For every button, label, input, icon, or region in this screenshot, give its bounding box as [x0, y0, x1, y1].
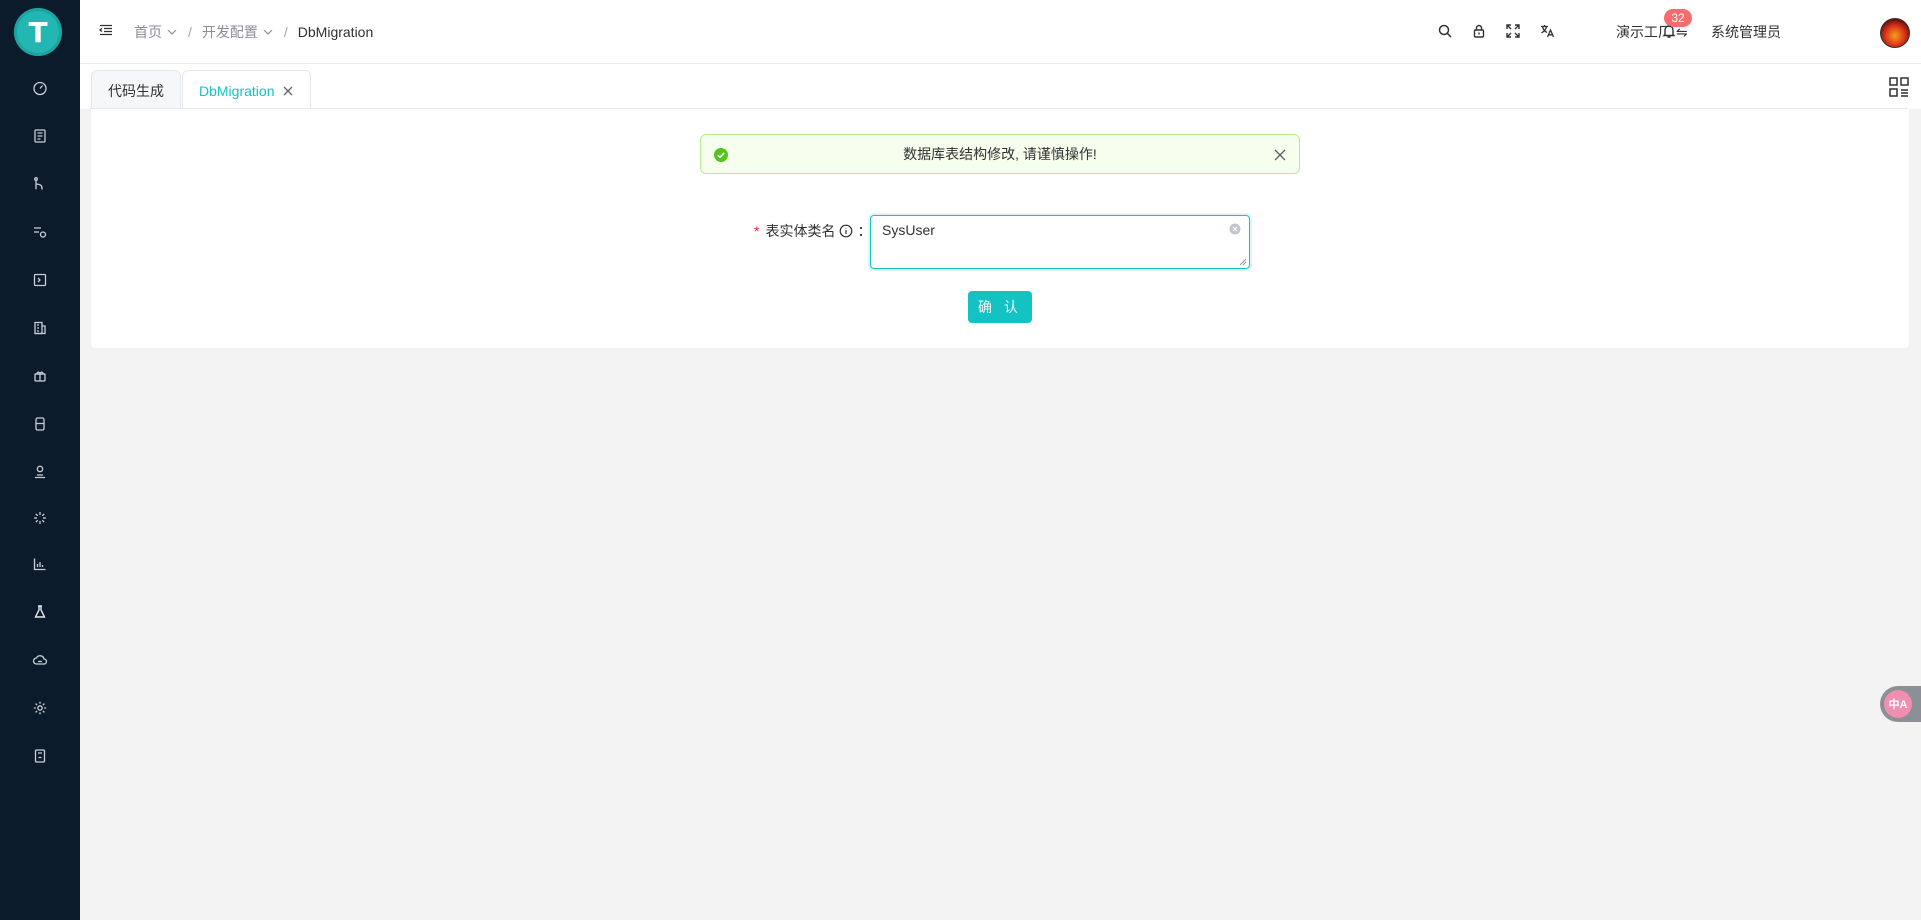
translate-icon — [1541, 25, 1555, 38]
tab-label: DbMigration — [199, 82, 275, 99]
sidebar-item-calculator[interactable] — [26, 742, 54, 770]
breadcrumb-separator: / — [283, 24, 288, 40]
document-icon — [34, 129, 46, 143]
confirm-button[interactable]: 确 认 — [968, 291, 1032, 323]
sidebar-item-loading[interactable] — [26, 504, 54, 532]
sidebar-item-database[interactable] — [26, 410, 54, 438]
fullscreen-button[interactable] — [1504, 22, 1522, 40]
lock-screen-button[interactable] — [1470, 22, 1488, 40]
tab-code-generation[interactable]: 代码生成 — [91, 70, 181, 110]
breadcrumb: 首页 / 开发配置 / DbMigration — [134, 22, 373, 42]
close-icon[interactable] — [282, 85, 294, 97]
entity-name-field[interactable] — [870, 215, 1250, 269]
top-header: 首页 / 开发配置 / DbMigration 32 演示工厂 ⇋ 系统管理员 — [80, 0, 1921, 64]
terminal-icon — [33, 273, 47, 287]
search-button[interactable] — [1436, 22, 1454, 40]
app-logo[interactable]: T — [14, 8, 62, 56]
sidebar-item-settings[interactable] — [26, 694, 54, 722]
sidebar: T — [0, 0, 80, 920]
sidebar-item-settings-flow[interactable] — [26, 218, 54, 246]
user-name[interactable]: 系统管理员 — [1711, 22, 1781, 42]
tenant-label: 演示工厂 — [1616, 24, 1672, 40]
tab-label: 代码生成 — [108, 82, 164, 99]
entity-name-textarea[interactable] — [871, 216, 1249, 268]
loading-icon — [34, 512, 46, 524]
clear-icon[interactable] — [1229, 223, 1241, 235]
sidebar-item-dashboard[interactable] — [26, 74, 54, 102]
bar-chart-icon — [33, 558, 46, 571]
settings-flow-icon — [34, 227, 47, 238]
language-button[interactable] — [1538, 22, 1556, 40]
breadcrumb-current: DbMigration — [297, 24, 374, 40]
menu-collapse-button[interactable] — [98, 22, 118, 42]
close-icon[interactable] — [1273, 148, 1287, 162]
tabs-bar: 代码生成 DbMigration — [80, 64, 1921, 110]
translate-widget-icon: 中A — [1884, 690, 1912, 718]
sidebar-item-terminal[interactable] — [26, 266, 54, 294]
calculator-icon — [34, 749, 46, 763]
breadcrumb-home[interactable]: 首页 — [134, 22, 178, 42]
lock-icon — [1473, 24, 1485, 38]
sidebar-item-package[interactable] — [26, 362, 54, 390]
translate-float-widget[interactable]: 中A — [1880, 686, 1921, 722]
breadcrumb-label: 首页 — [134, 24, 162, 40]
label-text: 表实体类名 — [765, 223, 836, 239]
switch-icon: ⇋ — [1675, 24, 1688, 40]
sidebar-item-lab[interactable] — [26, 598, 54, 626]
tab-menu-button[interactable] — [1888, 76, 1910, 98]
user-stamp-icon — [35, 465, 45, 479]
chevron-down-icon — [263, 29, 273, 35]
tab-dbmigration[interactable]: DbMigration — [182, 70, 312, 110]
dashboard-icon — [33, 81, 47, 96]
search-icon — [1438, 24, 1452, 38]
grid-menu-icon — [1889, 77, 1909, 97]
gear-icon — [33, 701, 47, 715]
building-icon — [34, 321, 46, 335]
tenant-switcher[interactable]: 演示工厂 ⇋ — [1616, 22, 1688, 42]
package-icon — [34, 371, 46, 382]
chevron-down-icon — [167, 29, 177, 35]
alert-message: 数据库表结构修改, 请谨慎操作! — [903, 146, 1097, 162]
database-icon — [35, 417, 45, 431]
breadcrumb-dev-config[interactable]: 开发配置 — [202, 22, 274, 42]
breadcrumb-label: 开发配置 — [201, 24, 258, 40]
content-card: 数据库表结构修改, 请谨慎操作! * 表实体类名 ： 确 认 — [91, 109, 1909, 348]
entity-name-label: * 表实体类名 ： — [754, 221, 871, 241]
sidebar-item-user-stamp[interactable] — [26, 458, 54, 486]
workflow-icon — [34, 177, 43, 190]
check-circle-icon — [714, 148, 728, 162]
menu-fold-icon — [98, 24, 112, 36]
flask-icon — [34, 605, 46, 618]
avatar[interactable] — [1880, 18, 1910, 48]
cloud-icon — [32, 655, 48, 665]
fullscreen-icon — [1506, 24, 1520, 38]
sidebar-item-building[interactable] — [26, 314, 54, 342]
breadcrumb-separator: / — [188, 24, 192, 40]
sidebar-item-document[interactable] — [26, 122, 54, 150]
logo-letter: T — [28, 15, 48, 49]
sidebar-item-chart[interactable] — [26, 550, 54, 578]
info-circle-icon[interactable] — [839, 224, 853, 238]
resize-handle-icon[interactable] — [1239, 258, 1247, 266]
sidebar-item-cloud[interactable] — [26, 646, 54, 674]
sidebar-item-workflow[interactable] — [26, 170, 54, 198]
required-mark: * — [754, 223, 760, 239]
success-alert: 数据库表结构修改, 请谨慎操作! — [700, 134, 1300, 174]
